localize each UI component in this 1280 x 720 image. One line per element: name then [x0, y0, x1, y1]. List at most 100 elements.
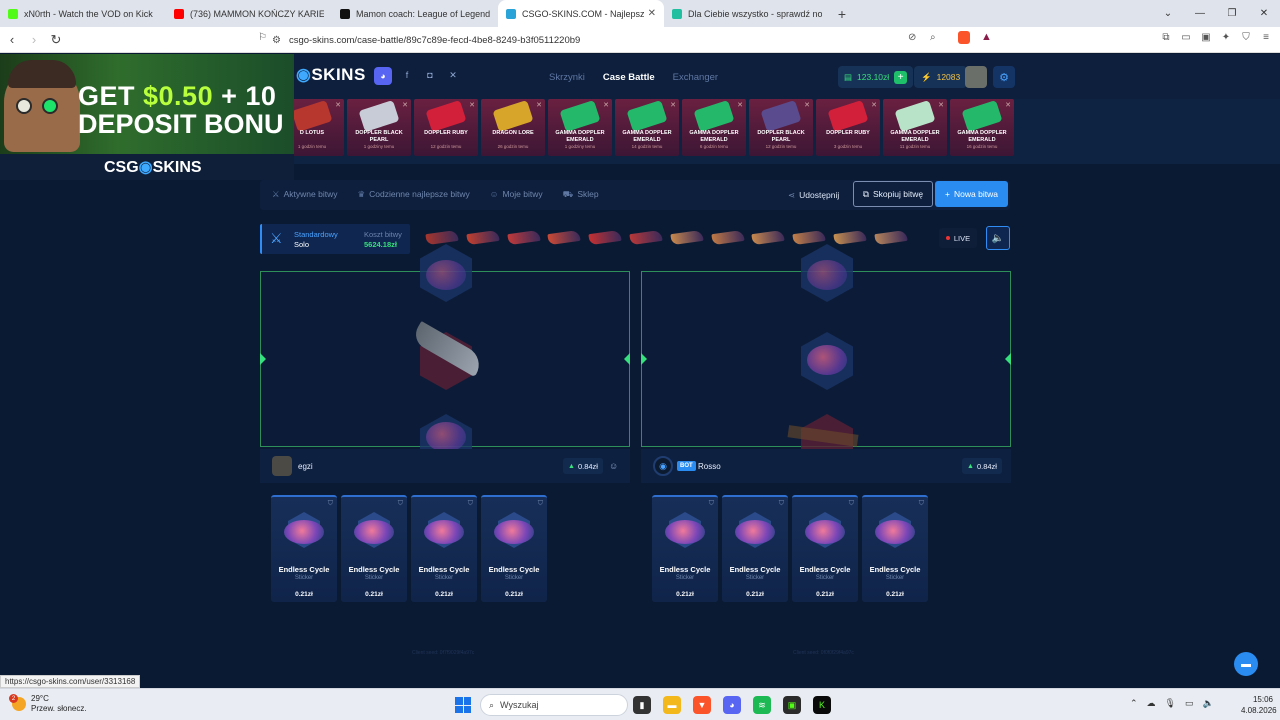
battle-case-item[interactable]: [833, 229, 867, 246]
tab-my-battles[interactable]: ☺ Moje bitwy: [490, 189, 543, 201]
network-icon[interactable]: ☁: [1147, 698, 1156, 709]
live-drop-item[interactable]: ✕ DOPPLER BLACK PEARL 1 godziny temu: [347, 99, 411, 156]
microphone-icon[interactable]: 🎙: [1165, 698, 1176, 709]
battle-case-item[interactable]: [670, 229, 704, 246]
live-drop-item[interactable]: ✕ GAMMA DOPPLER EMERALD 14 godzin temu: [615, 99, 679, 156]
deposit-plus-button[interactable]: +: [894, 70, 908, 84]
copy-battle-button[interactable]: ⧉ Skopiuj bitwę: [853, 181, 933, 207]
discord-icon[interactable]: ◕: [374, 67, 392, 85]
won-item-card[interactable]: ⛉ Endless Cycle Sticker 0.21zł: [862, 495, 928, 602]
spotify-icon[interactable]: ≋: [753, 696, 771, 714]
player-name[interactable]: egzi: [298, 462, 313, 471]
close-tab-icon[interactable]: ✕: [648, 8, 656, 19]
live-drop-item[interactable]: ✕ DRAGON LORE 26 godzin temu: [481, 99, 545, 156]
terminal-app-icon[interactable]: ▣: [783, 696, 801, 714]
new-battle-button[interactable]: + Nowa bitwa: [935, 181, 1008, 207]
promo-ad-banner[interactable]: GET $0.50 + 10 DEPOSIT BONU CSG◉SKINS: [0, 54, 294, 180]
browser-tab[interactable]: xN0rth - Watch the VOD on Kick: [0, 0, 166, 27]
won-item-card[interactable]: ⛉ Endless Cycle Sticker 0.21zł: [722, 495, 788, 602]
volume-icon[interactable]: 🔈: [986, 226, 1010, 250]
browser-tab[interactable]: CSGO-SKINS.COM - Najlepsze S ✕: [498, 0, 664, 27]
live-drop-item[interactable]: ✕ DOPPLER RUBY 12 godzin temu: [414, 99, 478, 156]
won-item-card[interactable]: ⛉ Endless Cycle Sticker 0.21zł: [792, 495, 858, 602]
url-field[interactable]: ⚙ csgo-skins.com/case-battle/89c7c89e-fe…: [272, 31, 1000, 49]
browser-tab[interactable]: Dla Ciebie wszystko - sprawdź nowe: [664, 0, 830, 27]
battle-case-item[interactable]: [874, 229, 908, 246]
extensions-icon[interactable]: ⧉: [1160, 32, 1172, 43]
browser-tab[interactable]: (736) MAMMON KOŃCZY KARIERĘ?: [166, 0, 332, 27]
won-item-card[interactable]: ⛉ Endless Cycle Sticker 0.21zł: [652, 495, 718, 602]
won-item-card[interactable]: ⛉ Endless Cycle Sticker 0.21zł: [411, 495, 477, 602]
nav-exchanger[interactable]: Exchanger: [673, 72, 718, 83]
won-item-card[interactable]: ⛉ Endless Cycle Sticker 0.21zł: [341, 495, 407, 602]
battle-case-item[interactable]: [792, 229, 826, 246]
live-drop-item[interactable]: ✕ GAMMA DOPPLER EMERALD 11 godzin temu: [883, 99, 947, 156]
coins-badge[interactable]: ⚡ 12083: [914, 66, 968, 88]
brave-shield-icon[interactable]: [958, 31, 970, 44]
chevron-up-icon[interactable]: ⌃: [1130, 698, 1138, 709]
bot-avatar-icon[interactable]: ◉: [653, 456, 673, 476]
live-drop-item[interactable]: ✕ GAMMA DOPPLER EMERALD 6 godzin temu: [682, 99, 746, 156]
brave-rewards-icon[interactable]: ▲: [981, 31, 992, 43]
menu-icon[interactable]: ≡: [1260, 32, 1272, 43]
emote-icon[interactable]: ☺: [609, 461, 618, 471]
battle-case-item[interactable]: [710, 229, 745, 246]
site-logo[interactable]: ◉SKINS: [296, 65, 366, 85]
reload-icon[interactable]: ↻: [46, 32, 66, 48]
maximize-button[interactable]: ❐: [1216, 0, 1248, 27]
facebook-icon[interactable]: f: [399, 67, 415, 83]
tab-list-icon[interactable]: ⌄: [1152, 0, 1184, 27]
new-tab-button[interactable]: +: [830, 0, 854, 27]
user-avatar[interactable]: [965, 66, 987, 88]
discord-app-icon[interactable]: ◕: [723, 696, 741, 714]
live-drop-item[interactable]: ✕ DOPPLER BLACK PEARL 12 godzin temu: [749, 99, 813, 156]
battle-case-item[interactable]: [547, 229, 582, 246]
sidebar-icon[interactable]: ▭: [1180, 32, 1192, 43]
clock[interactable]: 15:06 4.08.2026: [1241, 694, 1277, 716]
forward-icon[interactable]: ›: [24, 32, 44, 47]
speaker-icon[interactable]: 🔈: [1203, 698, 1214, 709]
vpn-icon[interactable]: ⛉: [1240, 32, 1252, 43]
battle-case-item[interactable]: [629, 229, 663, 246]
settings-gear-icon[interactable]: ⚙: [993, 66, 1015, 88]
x-twitter-icon[interactable]: ✕: [445, 67, 461, 83]
brave-browser-icon[interactable]: ▼: [693, 696, 711, 714]
bookmark-icon[interactable]: ⚐: [258, 32, 267, 43]
share-button[interactable]: ⋖ Udostępnij: [788, 190, 839, 201]
battle-case-item[interactable]: [466, 229, 500, 246]
tab-shop[interactable]: ⛟ Sklep: [563, 189, 599, 201]
battle-case-item[interactable]: [588, 229, 622, 246]
instagram-icon[interactable]: ◘: [422, 67, 438, 83]
wallet-icon[interactable]: ▣: [1200, 32, 1212, 43]
site-info-icon[interactable]: ⚙: [272, 35, 281, 46]
chat-bubble-icon[interactable]: ▬: [1234, 652, 1258, 676]
back-icon[interactable]: ‹: [2, 32, 22, 47]
eye-off-icon[interactable]: ⊘: [908, 32, 916, 43]
live-drop-item[interactable]: ✕ GAMMA DOPPLER EMERALD 1 godziny temu: [548, 99, 612, 156]
battle-case-item[interactable]: [506, 229, 541, 246]
weather-widget[interactable]: 2 29°C Przew. słonecz.: [9, 694, 87, 714]
task-view-icon[interactable]: ▮: [633, 696, 651, 714]
nav-cases[interactable]: Skrzynki: [549, 72, 585, 83]
taskbar-search[interactable]: ⌕ Wyszukaj: [480, 694, 628, 716]
won-item-card[interactable]: ⛉ Endless Cycle Sticker 0.21zł: [271, 495, 337, 602]
close-window-button[interactable]: ✕: [1248, 0, 1280, 27]
minimize-button[interactable]: —: [1184, 0, 1216, 27]
tab-active-battles[interactable]: ⚔ Aktywne bitwy: [272, 189, 337, 201]
live-drop-item[interactable]: ✕ GAMMA DOPPLER EMERALD 16 godzin temu: [950, 99, 1014, 156]
file-explorer-icon[interactable]: ▬: [663, 696, 681, 714]
battle-case-item[interactable]: [425, 229, 459, 246]
won-item-card[interactable]: ⛉ Endless Cycle Sticker 0.21zł: [481, 495, 547, 602]
nav-case-battle[interactable]: Case Battle: [603, 72, 655, 83]
monitor-icon[interactable]: ▭: [1185, 698, 1194, 709]
browser-tab[interactable]: Mamon coach: League of Legends ch: [332, 0, 498, 27]
balance-badge[interactable]: ▤ 123.10zł +: [838, 66, 914, 88]
player-name[interactable]: Rosso: [698, 462, 721, 471]
zoom-icon[interactable]: ⌕: [930, 32, 936, 43]
battle-case-item[interactable]: [751, 229, 786, 246]
windows-start-icon[interactable]: [455, 697, 471, 713]
leo-ai-icon[interactable]: ✦: [1220, 32, 1232, 43]
live-drop-item[interactable]: ✕ DOPPLER RUBY 3 godzin temu: [816, 99, 880, 156]
avatar[interactable]: [272, 456, 292, 476]
kick-app-icon[interactable]: K: [813, 696, 831, 714]
